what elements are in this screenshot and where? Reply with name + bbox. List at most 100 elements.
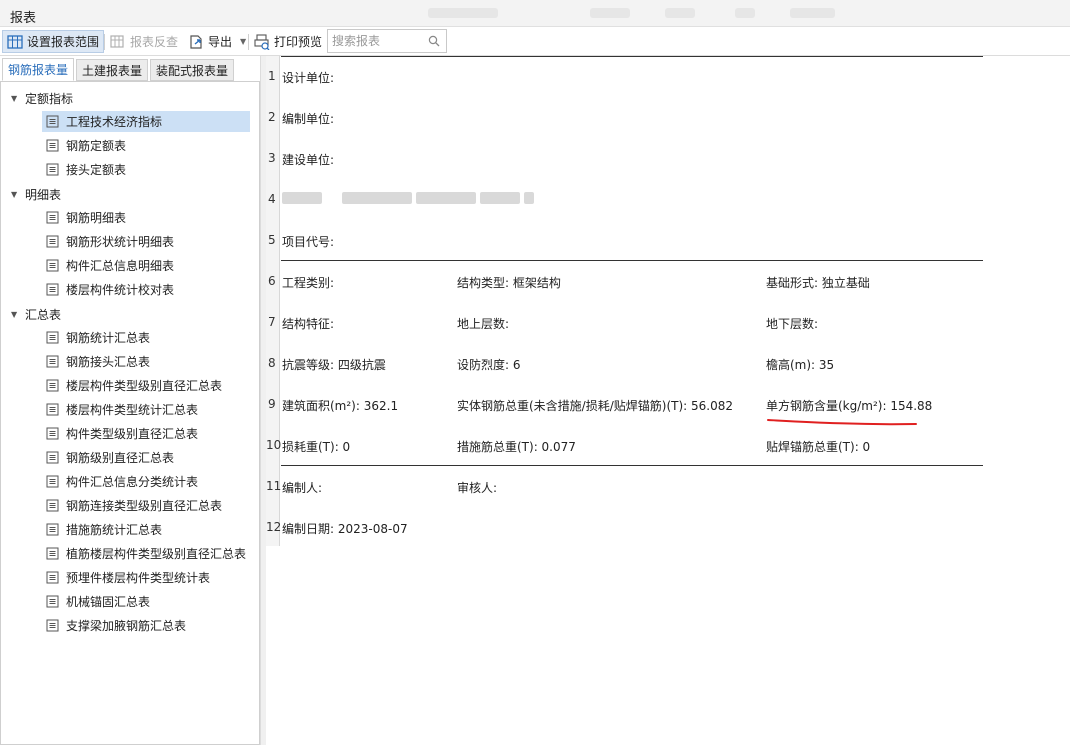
tree-item[interactable]: 钢筋连接类型级别直径汇总表 [42, 495, 250, 516]
row-number: 12 [266, 520, 282, 534]
document-icon [46, 139, 59, 152]
tree-item-label: 楼层构件类型统计汇总表 [66, 403, 199, 417]
total-rebar-weight: 实体钢筋总重(未含措施/损耗/贴焊锚筋)(T): 56.082 [457, 399, 733, 413]
tree-group-summary[interactable]: ▼ 汇总表 [1, 303, 61, 325]
red-underline-annotation [767, 419, 917, 426]
document-icon [46, 523, 59, 536]
blurred-title-segment [735, 8, 755, 18]
tab-prefab-report[interactable]: 装配式报表量 [150, 59, 235, 81]
tree-item[interactable]: 钢筋接头汇总表 [42, 351, 250, 372]
tree-item[interactable]: 钢筋统计汇总表 [42, 327, 250, 348]
tree-item[interactable]: 植筋楼层构件类型级别直径汇总表 [42, 543, 250, 564]
blurred-title-segment [790, 8, 835, 18]
tree-item[interactable]: 工程技术经济指标 [42, 111, 250, 132]
tree-item[interactable]: 构件类型级别直径汇总表 [42, 423, 250, 444]
tree-item-label: 构件类型级别直径汇总表 [66, 427, 199, 441]
tree-item[interactable]: 钢筋形状统计明细表 [42, 231, 250, 252]
tree-item[interactable]: 钢筋级别直径汇总表 [42, 447, 250, 468]
compile-date: 编制日期: 2023-08-07 [282, 522, 408, 536]
tree-group-detail[interactable]: ▼ 明细表 [1, 183, 61, 205]
expand-arrow-icon[interactable]: ▼ [11, 190, 21, 199]
tree-item[interactable]: 楼层构件统计校对表 [42, 279, 250, 300]
floors-above: 地上层数: [457, 317, 510, 331]
reviewer: 审核人: [457, 481, 498, 495]
print-preview-icon [254, 33, 270, 50]
tree-item-label: 接头定额表 [66, 163, 127, 177]
expand-arrow-icon[interactable]: ▼ [11, 310, 21, 319]
export-label: 导出 [208, 35, 233, 49]
tree-item-label: 工程技术经济指标 [66, 115, 163, 129]
window-title: 报表 [10, 11, 37, 26]
tab-rebar-report[interactable]: 钢筋报表量 [2, 58, 75, 81]
grid-settings-icon [7, 34, 23, 49]
blurred-title-segment [428, 8, 498, 18]
tree-item-label: 构件汇总信息分类统计表 [66, 475, 199, 489]
print-preview-button[interactable]: 打印预览 [250, 30, 326, 53]
set-range-button[interactable]: 设置报表范围 [2, 30, 105, 53]
row-number: 7 [268, 315, 276, 329]
toolbar-separator [248, 34, 249, 50]
document-icon [46, 283, 59, 296]
welded-anchor-weight: 贴焊锚筋总重(T): 0 [766, 440, 871, 454]
row-number: 10 [266, 438, 282, 452]
document-icon [46, 595, 59, 608]
tree-group-quota[interactable]: ▼ 定额指标 [1, 87, 73, 109]
tree-item-label: 支撑梁加腋钢筋汇总表 [66, 619, 187, 633]
tree-item[interactable]: 预埋件楼层构件类型统计表 [42, 567, 250, 588]
tree-item-label: 构件汇总信息明细表 [66, 259, 175, 273]
document-icon [46, 211, 59, 224]
tree-item[interactable]: 钢筋明细表 [42, 207, 250, 228]
export-button[interactable]: 导出 ▼ [184, 30, 250, 53]
tree-item[interactable]: 措施筋统计汇总表 [42, 519, 250, 540]
unit-rebar-content: 单方钢筋含量(kg/m²): 154.88 [766, 399, 933, 413]
redacted-text [282, 192, 322, 204]
tree-item[interactable]: 楼层构件类型级别直径汇总表 [42, 375, 250, 396]
tree-item[interactable]: 机械锚固汇总表 [42, 591, 250, 612]
loss-weight: 损耗重(T): 0 [282, 440, 351, 454]
document-icon [46, 163, 59, 176]
print-preview-label: 打印预览 [274, 35, 323, 49]
table-search-icon [110, 34, 124, 48]
reverse-check-button[interactable]: 报表反查 [106, 30, 182, 53]
document-icon [46, 331, 59, 344]
tree-item[interactable]: 楼层构件类型统计汇总表 [42, 399, 250, 420]
expand-arrow-icon[interactable]: ▼ [11, 94, 21, 103]
report-preview: 1 2 3 4 5 6 7 8 9 10 11 12 设计单位: 编制单位: 建… [266, 56, 1070, 745]
tree-item[interactable]: 钢筋定额表 [42, 135, 250, 156]
tree-item[interactable]: 接头定额表 [42, 159, 250, 180]
design-unit: 设计单位: [282, 71, 335, 85]
seismic-grade: 抗震等级: 四级抗震 [282, 358, 386, 372]
foundation-type: 基础形式: 独立基础 [766, 276, 870, 290]
tree-item-label: 楼层构件类型级别直径汇总表 [66, 379, 223, 393]
chevron-down-icon[interactable]: ▼ [240, 37, 246, 46]
tree-item-label: 钢筋定额表 [66, 139, 127, 153]
tree-item-label: 钢筋明细表 [66, 211, 127, 225]
building-area: 建筑面积(m²): 362.1 [282, 399, 399, 413]
tree-item[interactable]: 构件汇总信息明细表 [42, 255, 250, 276]
tab-civil-report[interactable]: 土建报表量 [76, 59, 149, 81]
row-number: 9 [268, 397, 276, 411]
tree-item[interactable]: 构件汇总信息分类统计表 [42, 471, 250, 492]
document-icon [46, 115, 59, 128]
compiler: 编制人: [282, 481, 323, 495]
report-divider [281, 260, 983, 261]
row-number: 2 [268, 110, 276, 124]
measure-rebar-weight: 措施筋总重(T): 0.077 [457, 440, 576, 454]
project-code: 项目代号: [282, 235, 335, 249]
report-tabs: 钢筋报表量 土建报表量 装配式报表量 [0, 58, 262, 81]
search-input[interactable] [330, 32, 426, 50]
row-number-column: 1 2 3 4 5 6 7 8 9 10 11 12 [266, 56, 282, 546]
document-icon [46, 259, 59, 272]
structure-feature: 结构特征: [282, 317, 335, 331]
fortification-intensity: 设防烈度: 6 [457, 358, 521, 372]
eave-height: 檐高(m): 35 [766, 358, 835, 372]
tree-item[interactable]: 支撑梁加腋钢筋汇总表 [42, 615, 250, 636]
toolbar-separator [104, 34, 105, 50]
tree-item-label: 楼层构件统计校对表 [66, 283, 175, 297]
report-divider [281, 56, 983, 57]
structure-type: 结构类型: 框架结构 [457, 276, 561, 290]
title-bar: 报表 [0, 0, 1070, 27]
search-icon[interactable] [428, 35, 440, 47]
search-box[interactable] [327, 29, 447, 53]
tree-group-label: 汇总表 [25, 307, 62, 322]
